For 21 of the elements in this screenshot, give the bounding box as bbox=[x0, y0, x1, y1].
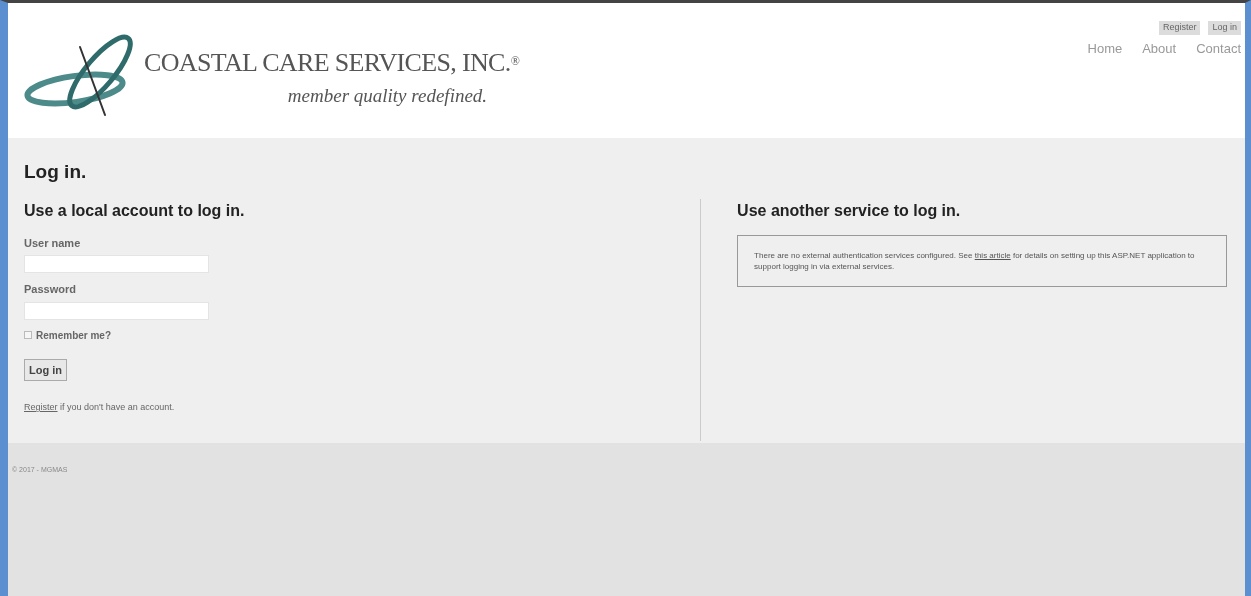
account-link[interactable]: Register bbox=[1158, 21, 1201, 35]
register-link[interactable]: Register bbox=[24, 402, 58, 412]
register-text: Register if you don't have an account. bbox=[24, 402, 175, 412]
input-field[interactable] bbox=[24, 301, 209, 320]
checkbox-label: Remember me? bbox=[36, 328, 112, 343]
section-heading: Use a local account to log in. bbox=[24, 200, 246, 221]
login-button[interactable]: Log in bbox=[24, 358, 67, 381]
page-title: Log in. bbox=[24, 160, 88, 184]
info-message: There are no external authentication services configured. See this article for details on setting up this ASP.NET application to support logging in via external services. bbox=[737, 234, 1228, 287]
company-name: COASTAL CARE SERVICES, INC.$^{®}$ bbox=[144, 46, 520, 79]
field-label: User name bbox=[24, 235, 82, 251]
nav-link[interactable]: Contact bbox=[1196, 38, 1241, 58]
tagline: member quality redefined. bbox=[287, 83, 488, 108]
account-link[interactable]: Log in bbox=[1208, 21, 1241, 35]
article-link[interactable]: this article bbox=[974, 250, 1011, 260]
section-heading: Use another service to log in. bbox=[737, 200, 962, 221]
nav-link[interactable]: Home bbox=[1087, 38, 1123, 58]
nav-link[interactable]: About bbox=[1142, 38, 1177, 58]
field-label: Password bbox=[24, 282, 77, 297]
checkbox[interactable] bbox=[24, 331, 32, 339]
input-field[interactable] bbox=[24, 255, 209, 273]
